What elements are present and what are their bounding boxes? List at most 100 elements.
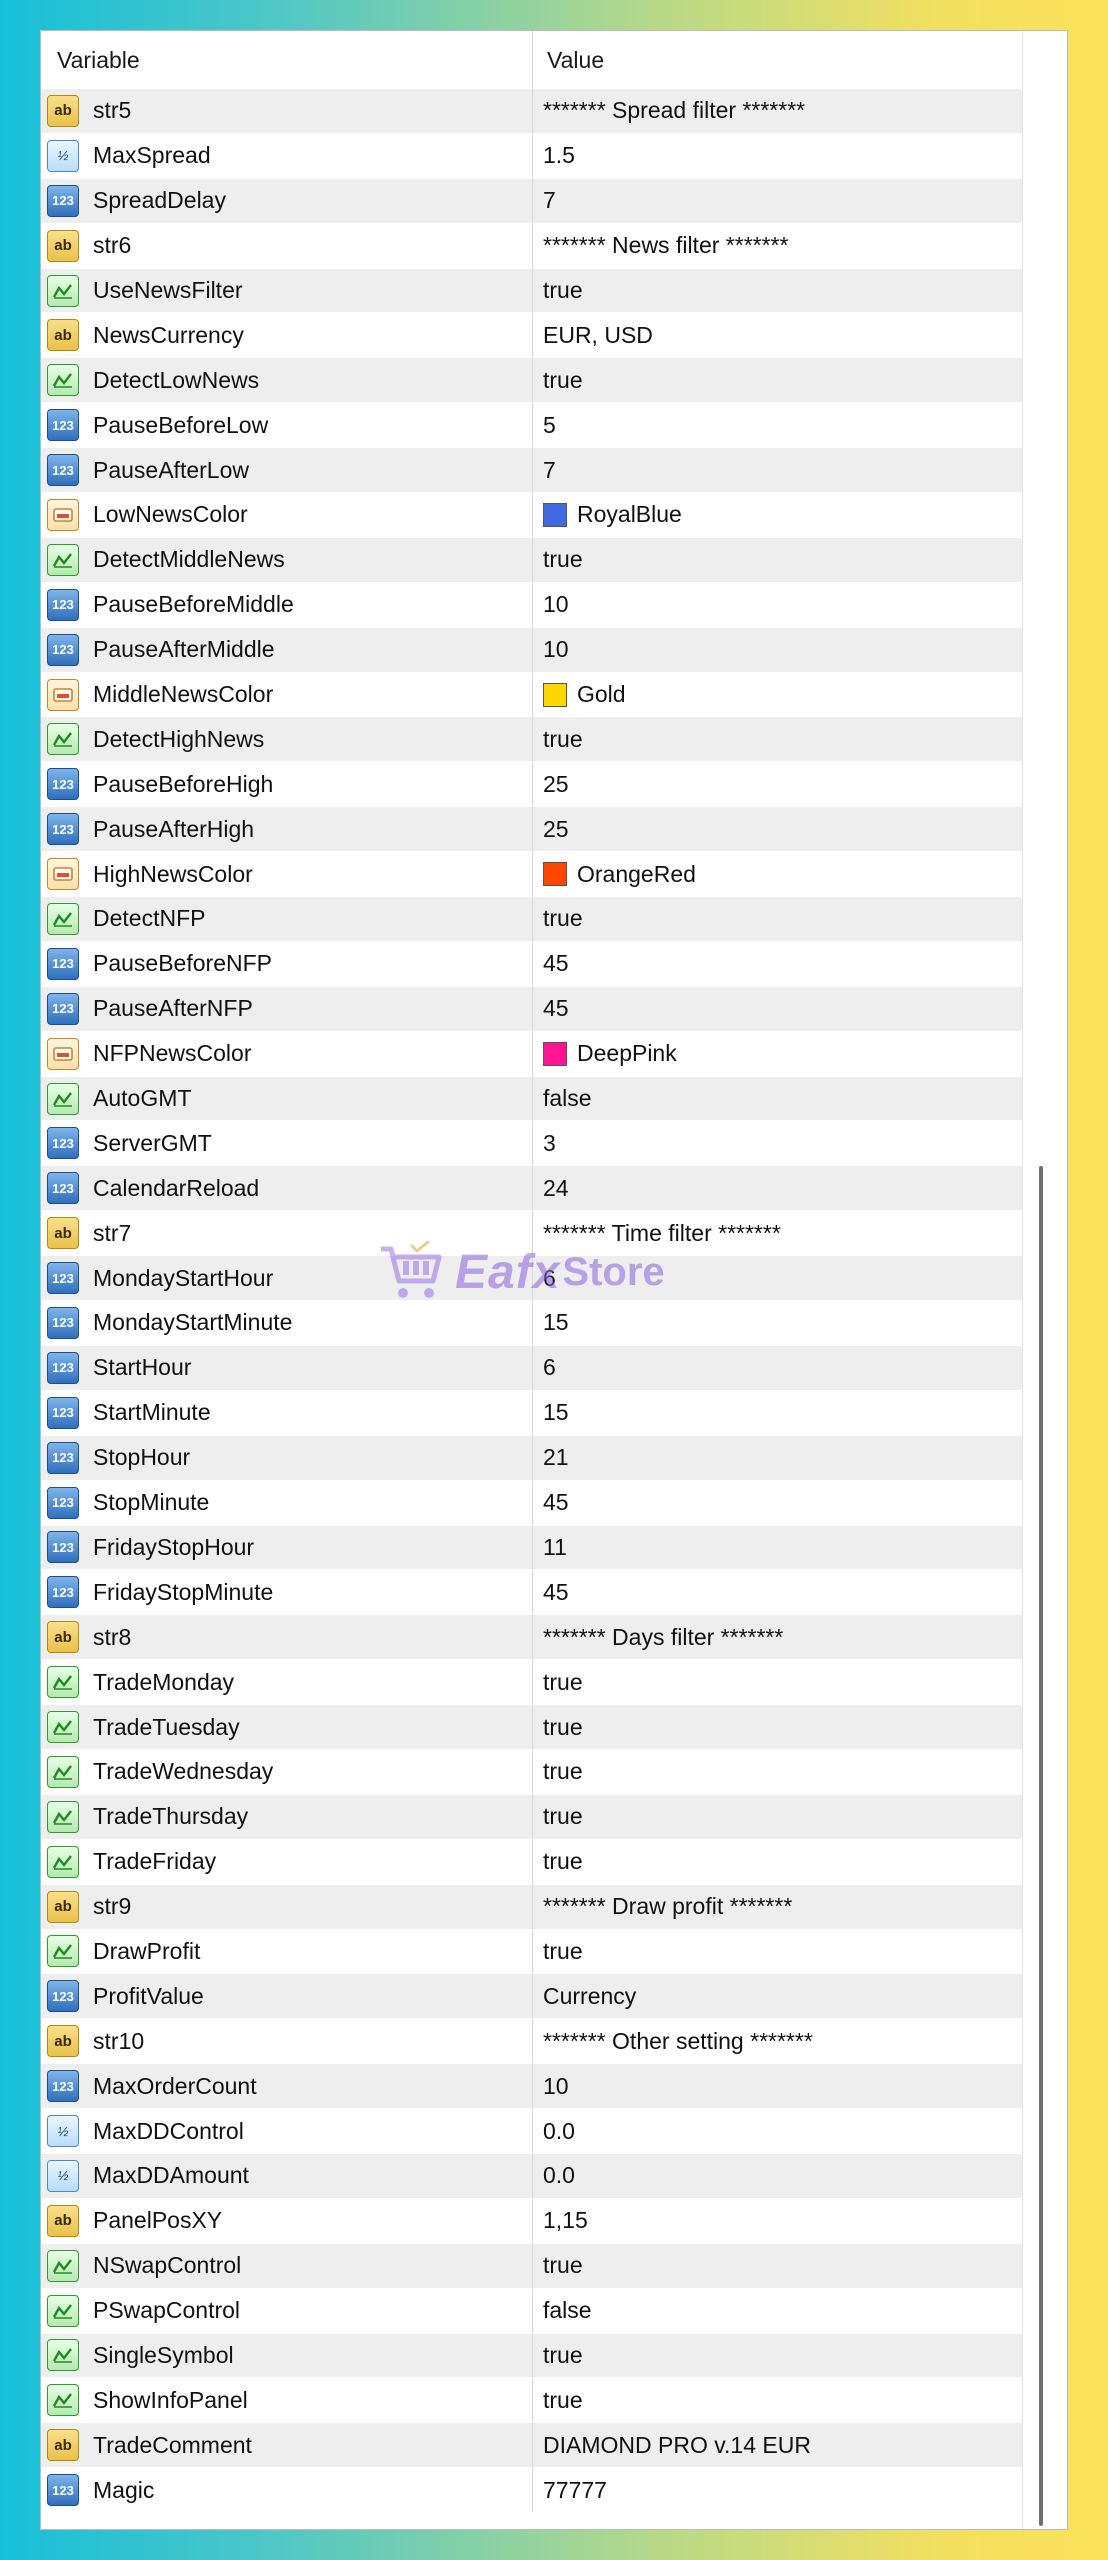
table-row[interactable]: 123 PauseAfterNFP 45 [41,986,1025,1032]
value-cell[interactable]: ******* Spread filter ******* [533,89,1025,133]
value-cell[interactable]: EUR, USD [533,313,1025,357]
value-cell[interactable]: 45 [533,987,1025,1031]
value-cell[interactable]: 1.5 [533,134,1025,178]
value-cell[interactable]: 7 [533,179,1025,223]
table-row[interactable]: TradeFriday true [41,1839,1025,1885]
table-row[interactable]: TradeMonday true [41,1660,1025,1706]
value-cell[interactable]: true [533,269,1025,313]
table-row[interactable]: ab str8 ******* Days filter ******* [41,1615,1025,1661]
table-row[interactable]: TradeTuesday true [41,1705,1025,1750]
table-row[interactable]: DetectNFP true [41,897,1025,942]
table-row[interactable]: DrawProfit true [41,1929,1025,1975]
table-row[interactable]: TradeWednesday true [41,1749,1025,1795]
value-cell[interactable]: 25 [533,807,1025,851]
table-row[interactable]: 123 Magic 77777 [41,2468,1025,2514]
value-cell[interactable]: OrangeRed [533,852,1025,896]
table-row[interactable]: 123 PauseBeforeHigh 25 [41,762,1025,808]
value-cell[interactable]: RoyalBlue [533,493,1025,537]
table-row[interactable]: 123 PauseAfterHigh 25 [41,807,1025,853]
value-cell[interactable]: 10 [533,2064,1025,2108]
table-row[interactable]: 123 PauseAfterLow 7 [41,448,1025,494]
value-cell[interactable]: true [533,897,1025,941]
value-cell[interactable]: 6 [533,1256,1025,1300]
table-row[interactable]: ab PanelPosXY 1,15 [41,2198,1025,2244]
value-cell[interactable]: ******* News filter ******* [533,224,1025,268]
value-cell[interactable]: true [533,2378,1025,2422]
value-cell[interactable]: Currency [533,1974,1025,2018]
table-row[interactable]: 123 MondayStartHour 6 [41,1256,1025,1302]
table-row[interactable]: AutoGMT false [41,1076,1025,1122]
scrollbar-thumb[interactable] [1039,1166,1043,2526]
value-cell[interactable]: 15 [533,1301,1025,1345]
table-row[interactable]: 123 PauseBeforeLow 5 [41,403,1025,449]
value-cell[interactable]: 25 [533,762,1025,806]
value-cell[interactable]: true [533,538,1025,582]
value-cell[interactable]: true [533,358,1025,402]
value-cell[interactable]: true [533,1795,1025,1839]
table-row[interactable]: 123 MondayStartMinute 15 [41,1301,1025,1346]
table-row[interactable]: 123 StartMinute 15 [41,1390,1025,1436]
value-cell[interactable]: 11 [533,1526,1025,1570]
value-cell[interactable]: true [533,2334,1025,2378]
value-cell[interactable]: true [533,1930,1025,1974]
table-row[interactable]: ab TradeComment DIAMOND PRO v.14 EUR [41,2423,1025,2469]
value-cell[interactable]: 77777 [533,2468,1025,2512]
value-cell[interactable]: 24 [533,1166,1025,1210]
value-cell[interactable]: DIAMOND PRO v.14 EUR [533,2423,1025,2467]
value-cell[interactable]: 6 [533,1346,1025,1390]
value-cell[interactable]: 0.0 [533,2109,1025,2153]
table-row[interactable]: DetectMiddleNews true [41,537,1025,583]
value-cell[interactable]: ******* Days filter ******* [533,1615,1025,1659]
table-row[interactable]: 123 FridayStopHour 11 [41,1525,1025,1571]
column-header-value[interactable]: Value [533,47,604,74]
table-row[interactable]: 123 PauseBeforeNFP 45 [41,941,1025,987]
table-row[interactable]: TradeThursday true [41,1794,1025,1840]
value-cell[interactable]: true [533,1750,1025,1794]
value-cell[interactable]: 10 [533,628,1025,672]
table-row[interactable]: ab NewsCurrency EUR, USD [41,313,1025,359]
table-row[interactable]: ab str5 ******* Spread filter ******* [41,89,1025,134]
table-row[interactable]: PSwapControl false [41,2288,1025,2334]
vertical-scrollbar[interactable] [1022,31,1067,2529]
table-row[interactable]: NFPNewsColor DeepPink [41,1031,1025,1077]
column-header-variable[interactable]: Variable [41,31,533,89]
value-cell[interactable]: true [533,1840,1025,1884]
table-row[interactable]: ab str9 ******* Draw profit ******* [41,1884,1025,1930]
table-row[interactable]: ½ MaxSpread 1.5 [41,133,1025,179]
value-cell[interactable]: ******* Time filter ******* [533,1211,1025,1255]
value-cell[interactable]: Gold [533,673,1025,717]
value-cell[interactable]: true [533,717,1025,761]
table-row[interactable]: NSwapControl true [41,2243,1025,2289]
value-cell[interactable]: 3 [533,1121,1025,1165]
value-cell[interactable]: true [533,1705,1025,1749]
table-row[interactable]: DetectHighNews true [41,717,1025,763]
value-cell[interactable]: 21 [533,1436,1025,1480]
value-cell[interactable]: 45 [533,1481,1025,1525]
value-cell[interactable]: 5 [533,403,1025,447]
table-row[interactable]: 123 CalendarReload 24 [41,1166,1025,1212]
table-row[interactable]: SingleSymbol true [41,2333,1025,2379]
table-row[interactable]: 123 FridayStopMinute 45 [41,1570,1025,1616]
table-row[interactable]: ShowInfoPanel true [41,2378,1025,2424]
value-cell[interactable]: false [533,2289,1025,2333]
table-row[interactable]: DetectLowNews true [41,358,1025,404]
table-row[interactable]: 123 StartHour 6 [41,1345,1025,1391]
table-row[interactable]: 123 SpreadDelay 7 [41,178,1025,224]
table-row[interactable]: LowNewsColor RoyalBlue [41,493,1025,538]
table-row[interactable]: UseNewsFilter true [41,268,1025,314]
value-cell[interactable]: 15 [533,1391,1025,1435]
value-cell[interactable]: 45 [533,942,1025,986]
value-cell[interactable]: true [533,2244,1025,2288]
table-row[interactable]: ab str7 ******* Time filter ******* [41,1211,1025,1257]
value-cell[interactable]: ******* Draw profit ******* [533,1885,1025,1929]
table-row[interactable]: 123 ProfitValue Currency [41,1974,1025,2020]
table-row[interactable]: 123 PauseAfterMiddle 10 [41,627,1025,673]
value-cell[interactable]: 10 [533,583,1025,627]
table-row[interactable]: HighNewsColor OrangeRed [41,852,1025,898]
table-row[interactable]: ab str6 ******* News filter ******* [41,223,1025,269]
table-row[interactable]: 123 PauseBeforeMiddle 10 [41,582,1025,628]
table-row[interactable]: ab str10 ******* Other setting ******* [41,2019,1025,2065]
value-cell[interactable]: true [533,1660,1025,1704]
table-row[interactable]: 123 ServerGMT 3 [41,1121,1025,1167]
value-cell[interactable]: false [533,1077,1025,1121]
